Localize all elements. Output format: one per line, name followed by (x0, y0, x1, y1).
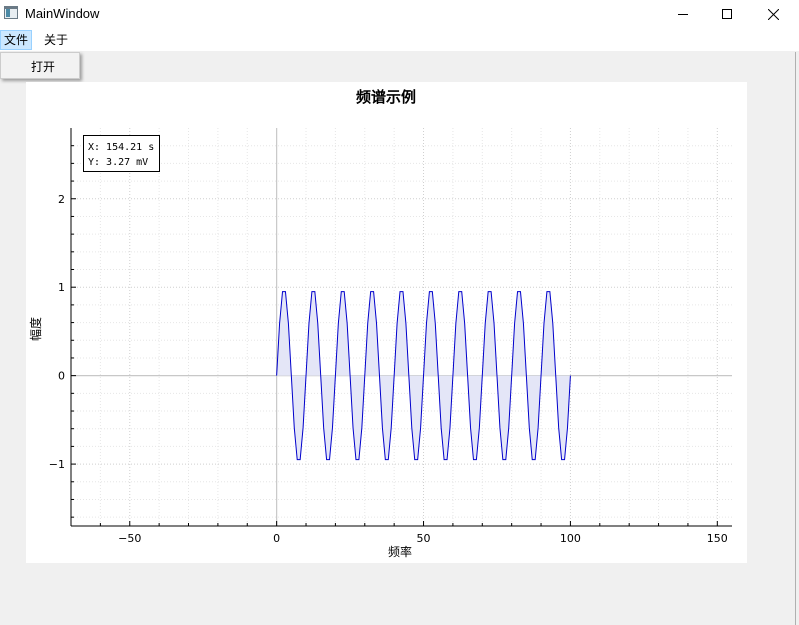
x-tick-label: −50 (118, 532, 141, 545)
y-tick-label: −1 (49, 458, 65, 471)
cursor-readout-x: X: 154.21 s (88, 142, 154, 153)
spectrum-chart[interactable]: −50 0 50 100 150 −1 0 1 2 频谱示例频率 幅度 X: 154.21 s Y: 3… (26, 82, 747, 563)
plot-widget[interactable]: −50 0 50 100 150 −1 0 1 2 频谱示例频率 幅度 X: 154.21 s Y: 3… (26, 82, 747, 563)
close-button[interactable] (750, 0, 796, 29)
window-edge (795, 52, 796, 625)
x-tick-label: 100 (560, 532, 581, 545)
file-menu-dropdown: 打开 (0, 52, 80, 79)
menu-item-open[interactable]: 打开 (31, 58, 55, 75)
window-title: MainWindow (25, 6, 100, 21)
y-tick-label: 2 (58, 193, 65, 206)
menu-about[interactable]: 关于 (40, 30, 72, 50)
maximize-icon (722, 9, 732, 19)
minimize-icon (678, 14, 688, 15)
y-axis-label: 幅度 (28, 317, 43, 341)
x-tick-label: 50 (417, 532, 431, 545)
x-tick-label: 150 (707, 532, 728, 545)
menu-file[interactable]: 文件 (0, 30, 33, 50)
close-icon (768, 9, 779, 20)
x-axis-label: 频率 (388, 544, 412, 559)
x-tick-label: 0 (273, 532, 280, 545)
cursor-readout-y: Y: 3.27 mV (88, 157, 148, 168)
app-window-icon (4, 6, 18, 19)
maximize-button[interactable] (704, 0, 750, 29)
chart-title: 频谱示例 (356, 88, 416, 106)
y-tick-label: 0 (58, 370, 65, 383)
menu-bar: 文件 关于 (0, 29, 799, 51)
title-bar[interactable]: MainWindow (0, 0, 799, 29)
minimize-button[interactable] (660, 0, 706, 29)
y-tick-label: 1 (58, 281, 65, 294)
